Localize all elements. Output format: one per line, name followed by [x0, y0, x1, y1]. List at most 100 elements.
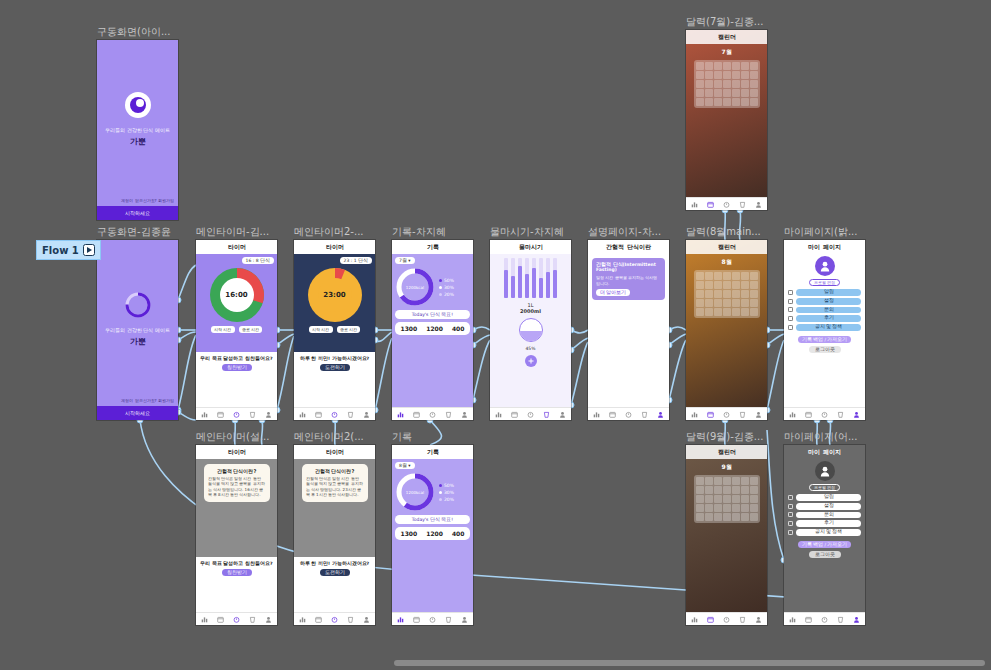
day-cell[interactable] — [732, 504, 740, 512]
day-cell[interactable] — [705, 272, 713, 280]
tab-item[interactable] — [215, 614, 226, 625]
day-cell[interactable] — [714, 308, 722, 316]
tab-item[interactable] — [509, 409, 520, 420]
day-cell[interactable] — [750, 281, 758, 289]
plan-pill[interactable]: 16 : 8 단식 — [242, 257, 274, 264]
tab-item[interactable] — [721, 199, 732, 210]
scrollbar-thumb[interactable] — [394, 660, 985, 666]
tab-item[interactable] — [215, 409, 226, 420]
tab-item[interactable] — [655, 409, 666, 420]
tab-item[interactable] — [247, 409, 258, 420]
backup-button[interactable]: 기록 백업 / 가져오기 — [798, 336, 852, 343]
time-button[interactable]: 시작 시간 — [309, 326, 332, 333]
tab-item[interactable] — [459, 409, 470, 420]
tab-item[interactable] — [705, 614, 716, 625]
phone-frame[interactable]: 캘린더8월 — [686, 240, 767, 420]
day-cell[interactable] — [723, 290, 731, 298]
phone-frame[interactable]: 타이머16 : 8 단식16:00시작 시간종료 시간우리 목표 달성하고 칭찬… — [196, 240, 277, 420]
signup-link[interactable]: 계정이 없으신가요? 회원가입 — [97, 398, 178, 406]
day-cell[interactable] — [750, 272, 758, 280]
tab-item[interactable] — [345, 614, 356, 625]
day-cell[interactable] — [705, 495, 713, 503]
day-cell[interactable] — [723, 98, 731, 106]
day-cell[interactable] — [696, 290, 704, 298]
tab-item[interactable] — [443, 614, 454, 625]
tab-item[interactable] — [835, 409, 846, 420]
menu-item[interactable]: 후기 — [788, 315, 861, 322]
action-button[interactable]: 도전하기 — [320, 364, 350, 371]
tab-item[interactable] — [247, 614, 258, 625]
day-cell[interactable] — [714, 486, 722, 494]
menu-item[interactable]: 알림 — [788, 494, 861, 501]
day-cell[interactable] — [732, 89, 740, 97]
day-cell[interactable] — [705, 290, 713, 298]
day-cell[interactable] — [723, 71, 731, 79]
day-cell[interactable] — [741, 80, 749, 88]
tab-item[interactable] — [361, 409, 372, 420]
tab-item[interactable] — [851, 614, 862, 625]
day-cell[interactable] — [732, 98, 740, 106]
day-cell[interactable] — [696, 80, 704, 88]
tab-item[interactable] — [541, 409, 552, 420]
tab-item[interactable] — [689, 614, 700, 625]
day-cell[interactable] — [750, 71, 758, 79]
day-cell[interactable] — [696, 486, 704, 494]
day-cell[interactable] — [705, 486, 713, 494]
day-cell[interactable] — [741, 281, 749, 289]
day-cell[interactable] — [696, 272, 704, 280]
day-cell[interactable] — [714, 290, 722, 298]
day-cell[interactable] — [723, 62, 731, 70]
day-cell[interactable] — [750, 308, 758, 316]
signup-link[interactable]: 계정이 없으신가요? 회원가입 — [97, 198, 178, 206]
day-cell[interactable] — [714, 281, 722, 289]
day-cell[interactable] — [705, 504, 713, 512]
phone-frame[interactable]: 캘린더7월 — [686, 30, 767, 210]
day-cell[interactable] — [741, 495, 749, 503]
frame-label[interactable]: 메인타이머-김... — [196, 226, 269, 238]
day-cell[interactable] — [723, 299, 731, 307]
tab-item[interactable] — [623, 409, 634, 420]
tab-item[interactable] — [427, 409, 438, 420]
day-cell[interactable] — [732, 71, 740, 79]
add-water-button[interactable] — [525, 355, 537, 367]
tab-item[interactable] — [787, 614, 798, 625]
phone-frame[interactable]: 기록7월 ▾1200kcal50%30%20%Today's 단식 목표!130… — [392, 240, 473, 420]
frame-label[interactable]: 메인타이머2(... — [294, 431, 364, 443]
tab-item[interactable] — [721, 409, 732, 420]
day-cell[interactable] — [750, 80, 758, 88]
tab-item[interactable] — [297, 614, 308, 625]
day-cell[interactable] — [705, 308, 713, 316]
day-cell[interactable] — [696, 98, 704, 106]
time-button[interactable]: 종료 시간 — [337, 326, 360, 333]
day-cell[interactable] — [732, 477, 740, 485]
action-button[interactable]: 칭찬받기 — [222, 364, 252, 371]
day-cell[interactable] — [741, 299, 749, 307]
day-cell[interactable] — [705, 513, 713, 521]
day-cell[interactable] — [705, 299, 713, 307]
action-button[interactable]: 칭찬받기 — [222, 569, 252, 576]
tab-item[interactable] — [199, 409, 210, 420]
phone-frame[interactable]: 마이 페이지프로필 편집알림설정문의후기공지 및 정책기록 백업 / 가져오기로… — [784, 445, 865, 625]
day-cell[interactable] — [696, 71, 704, 79]
day-cell[interactable] — [705, 80, 713, 88]
tab-item[interactable] — [803, 409, 814, 420]
day-cell[interactable] — [723, 477, 731, 485]
frame-label[interactable]: 달력(8월main... — [686, 226, 761, 238]
day-cell[interactable] — [750, 98, 758, 106]
tab-item[interactable] — [787, 409, 798, 420]
day-cell[interactable] — [696, 62, 704, 70]
tab-item[interactable] — [591, 409, 602, 420]
day-cell[interactable] — [741, 89, 749, 97]
day-cell[interactable] — [714, 272, 722, 280]
logout-button[interactable]: 로그아웃 — [809, 346, 841, 353]
tab-item[interactable] — [753, 199, 764, 210]
tab-item[interactable] — [231, 409, 242, 420]
day-cell[interactable] — [732, 80, 740, 88]
tab-item[interactable] — [297, 409, 308, 420]
day-cell[interactable] — [705, 89, 713, 97]
menu-item[interactable]: 설정 — [788, 503, 861, 510]
day-cell[interactable] — [750, 477, 758, 485]
day-cell[interactable] — [732, 299, 740, 307]
tab-item[interactable] — [231, 614, 242, 625]
tab-item[interactable] — [819, 409, 830, 420]
